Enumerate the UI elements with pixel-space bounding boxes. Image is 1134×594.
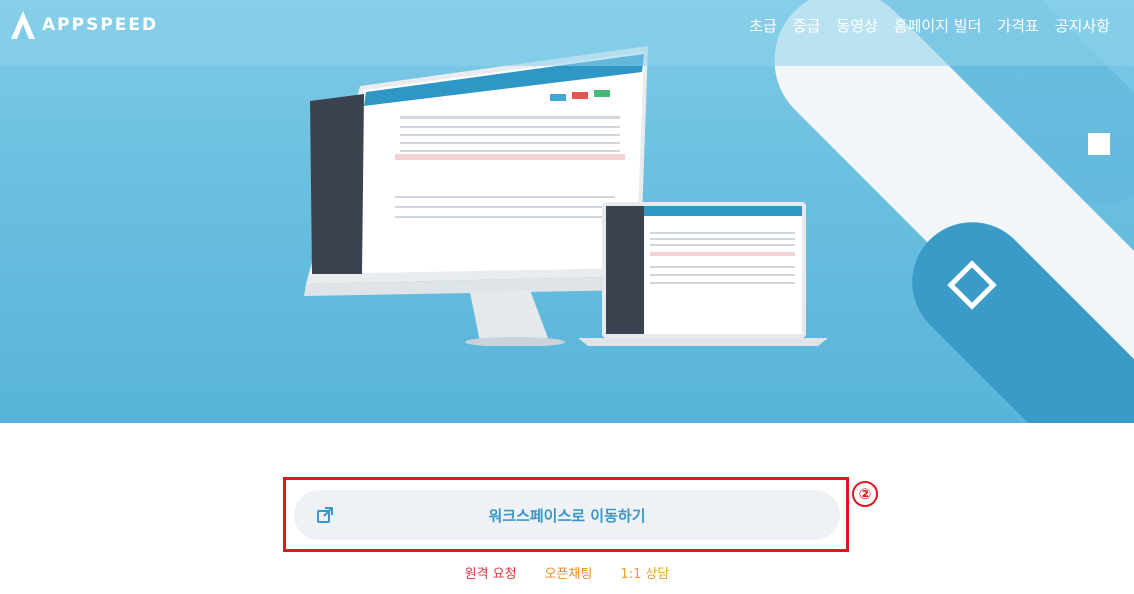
nav-item-pricing[interactable]: 가격표 [997, 15, 1038, 36]
top-navigation-bar: APPSPEED 초급 중급 동영상 홈페이지 빌더 가격표 공지사항 [0, 0, 1134, 66]
open-chat-link[interactable]: 오픈채팅 [545, 563, 593, 582]
nav-item-homepage-builder[interactable]: 홈페이지 빌더 [894, 15, 982, 36]
external-link-icon [317, 507, 333, 523]
hero-banner: APPSPEED 초급 중급 동영상 홈페이지 빌더 가격표 공지사항 [0, 0, 1134, 423]
brand-logo[interactable]: APPSPEED [10, 10, 158, 40]
main-nav: 초급 중급 동영상 홈페이지 빌더 가격표 공지사항 [749, 15, 1110, 36]
remote-request-link[interactable]: 원격 요청 [465, 563, 517, 582]
nav-item-notices[interactable]: 공지사항 [1055, 15, 1110, 36]
nav-item-video[interactable]: 동영상 [836, 15, 877, 36]
nav-item-intermediate[interactable]: 중급 [793, 15, 821, 36]
workspace-button[interactable]: 워크스페이스로 이동하기 [294, 490, 840, 540]
nav-item-beginner[interactable]: 초급 [749, 15, 777, 36]
laptop-illustration [578, 202, 828, 346]
workspace-button-label: 워크스페이스로 이동하기 [488, 506, 646, 525]
support-links: 원격 요청 오픈채팅 1:1 상담 [0, 563, 1134, 582]
one-on-one-consult-link[interactable]: 1:1 상담 [620, 563, 669, 582]
annotation-number: ② [852, 481, 878, 507]
brand-name: APPSPEED [42, 15, 159, 35]
appspeed-logo-icon [11, 11, 35, 39]
